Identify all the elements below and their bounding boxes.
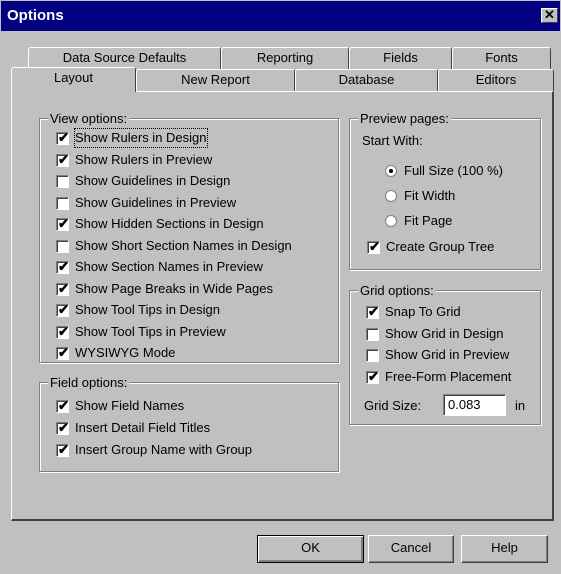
grid-size-input[interactable]: 0.083 [443, 394, 506, 416]
radio-circle[interactable] [385, 165, 397, 177]
checkbox-box[interactable]: ✔ [366, 304, 379, 319]
field-option-label-1: Insert Detail Field Titles [75, 420, 211, 435]
view-option-label-9: Show Tool Tips in Preview [75, 323, 226, 339]
view-option-label-4: Show Hidden Sections in Design [75, 216, 264, 231]
check-icon: ✔ [58, 151, 69, 167]
start-with-radio-label-2: Fit Page [404, 213, 453, 228]
options-dialog: Options ✕ Data Source Defaults Reporting… [0, 0, 561, 574]
checkbox-box[interactable]: ✔ [56, 323, 69, 339]
view-option-label-2: Show Guidelines in Design [75, 173, 231, 188]
start-with-radio-label-0: Full Size (100 %) [404, 163, 503, 178]
checkbox-box[interactable]: ✔ [56, 259, 69, 274]
view-option-label-7: Show Page Breaks in Wide Pages [75, 280, 273, 296]
field-options-legend: Field options: [48, 375, 130, 390]
check-icon: ✔ [58, 420, 69, 435]
view-option-label-1: Show Rulers in Preview [75, 151, 213, 167]
view-option-label-8: Show Tool Tips in Design [75, 302, 221, 317]
preview-pages-legend: Preview pages: [358, 111, 451, 126]
tab-database[interactable]: Database [295, 69, 438, 91]
field-options-group: Field options: ✔ Show Field Names ✔ Insert … [39, 375, 339, 472]
ok-button[interactable]: OK [257, 535, 364, 563]
grid-option-label-1: Show Grid in Design [385, 325, 504, 341]
tab-reporting[interactable]: Reporting [221, 47, 349, 69]
checkbox-box[interactable] [56, 239, 69, 253]
grid-options-group: Grid options: ✔ Snap To Grid Show Grid in … [349, 283, 541, 425]
tab-fonts[interactable]: Fonts [452, 47, 551, 69]
title-bar[interactable]: Options ✕ [1, 1, 560, 31]
checkbox-box[interactable] [56, 196, 69, 210]
check-icon: ✔ [58, 259, 69, 274]
preview-pages-group: Preview pages: Start With: Full Size (10… [349, 111, 541, 270]
check-icon: ✔ [369, 239, 380, 254]
check-icon: ✔ [368, 368, 379, 384]
grid-option-label-2: Show Grid in Preview [385, 347, 510, 362]
checkbox-box[interactable]: ✔ [366, 368, 379, 384]
create-group-tree-label: Create Group Tree [386, 239, 495, 254]
check-icon: ✔ [58, 216, 69, 231]
radio-circle[interactable] [385, 190, 397, 202]
view-option-label-10: WYSIWYG Mode [75, 345, 176, 360]
view-options-group: View options: ✔ Show Rulers in Design ✔ Sho… [39, 111, 339, 363]
tab-layout[interactable]: Layout [11, 67, 136, 92]
view-option-label-6: Show Section Names in Preview [75, 259, 263, 274]
view-option-label-5: Show Short Section Names in Design [75, 237, 292, 253]
checkbox-box[interactable]: ✔ [56, 216, 69, 231]
start-with-label: Start With: [362, 133, 423, 148]
tab-data-source-defaults[interactable]: Data Source Defaults [28, 47, 221, 69]
view-option-label-0: Show Rulers in Design [74, 128, 208, 148]
checkbox-box[interactable]: ✔ [56, 398, 69, 413]
checkbox-box[interactable] [56, 175, 69, 188]
view-options-legend: View options: [48, 111, 130, 126]
grid-option-label-0: Snap To Grid [385, 304, 461, 319]
grid-option-label-3: Free-Form Placement [385, 368, 512, 384]
check-icon: ✔ [58, 130, 69, 145]
close-icon[interactable]: ✕ [541, 8, 558, 23]
check-icon: ✔ [368, 304, 379, 319]
grid-options-legend: Grid options: [358, 283, 436, 298]
checkbox-box[interactable]: ✔ [367, 239, 380, 254]
window-title: Options [7, 7, 64, 24]
tab-new-report[interactable]: New Report [136, 69, 295, 91]
checkbox-box[interactable] [366, 327, 379, 341]
checkbox-box[interactable] [366, 349, 379, 362]
checkbox-box[interactable]: ✔ [56, 302, 69, 317]
tab-fields[interactable]: Fields [349, 47, 452, 69]
layout-tab-panel: View options: ✔ Show Rulers in Design ✔ Sho… [11, 91, 554, 521]
radio-dot-icon [389, 169, 393, 173]
grid-size-unit: in [515, 398, 526, 413]
check-icon: ✔ [58, 302, 69, 317]
grid-size-label: Grid Size: [364, 398, 422, 413]
check-icon: ✔ [58, 442, 69, 457]
radio-circle[interactable] [385, 215, 397, 227]
checkbox-box[interactable]: ✔ [56, 345, 69, 360]
help-button[interactable]: Help [461, 535, 548, 563]
field-option-label-0: Show Field Names [75, 398, 185, 413]
checkbox-box[interactable]: ✔ [56, 420, 69, 435]
check-icon: ✔ [58, 323, 69, 339]
tab-editors[interactable]: Editors [438, 69, 554, 91]
checkbox-box[interactable]: ✔ [56, 151, 69, 167]
check-icon: ✔ [58, 280, 69, 296]
check-icon: ✔ [58, 345, 69, 360]
view-option-label-3: Show Guidelines in Preview [75, 194, 237, 210]
checkbox-box[interactable]: ✔ [56, 280, 69, 296]
checkbox-box[interactable]: ✔ [56, 130, 69, 145]
checkbox-box[interactable]: ✔ [56, 442, 69, 457]
cancel-button[interactable]: Cancel [368, 535, 454, 563]
start-with-radio-label-1: Fit Width [404, 188, 456, 203]
check-icon: ✔ [58, 398, 69, 413]
field-option-label-2: Insert Group Name with Group [75, 442, 253, 457]
